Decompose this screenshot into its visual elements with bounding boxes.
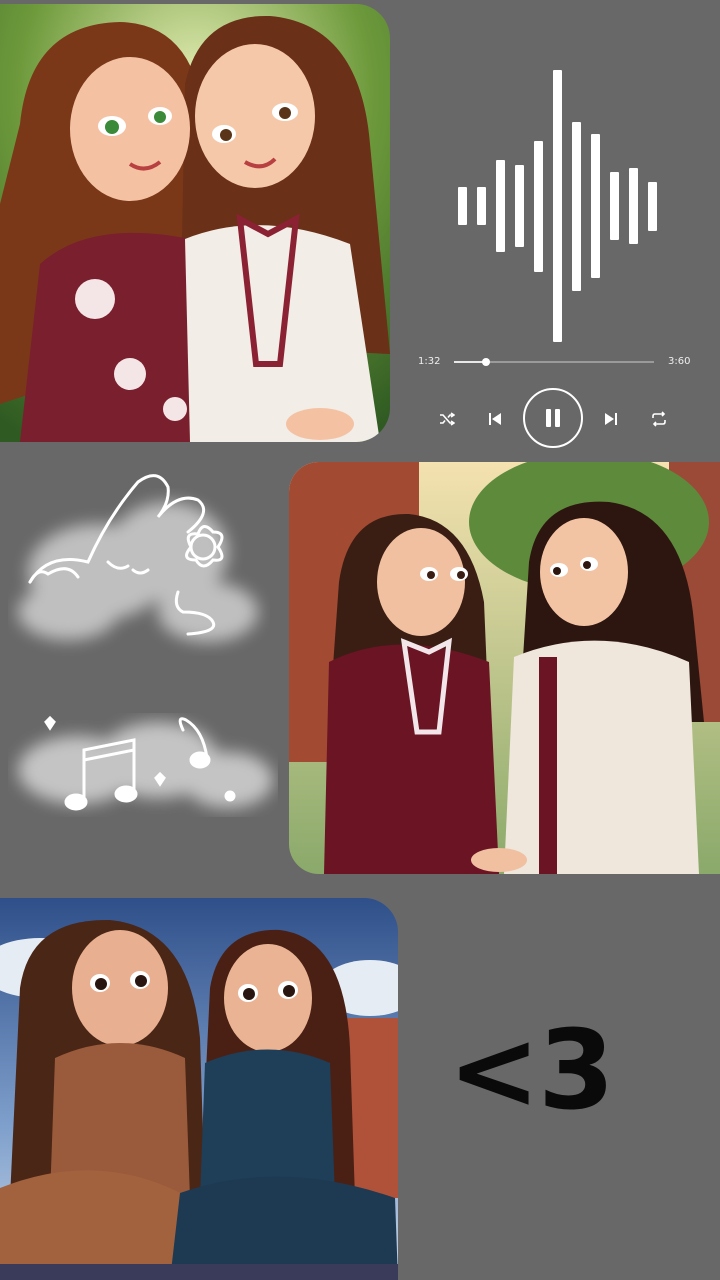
waveform-bar [534, 141, 543, 272]
skip-previous-icon[interactable] [484, 408, 506, 430]
waveform-bar [458, 187, 467, 225]
waveform-bar [610, 172, 619, 240]
progress-thumb[interactable] [482, 358, 490, 366]
illustration-card-holding-hands [289, 462, 720, 874]
total-time: 3:60 [668, 356, 691, 367]
current-time: 1:32 [418, 356, 441, 367]
repeat-icon[interactable] [648, 408, 670, 430]
skip-next-icon[interactable] [600, 408, 622, 430]
waveform-bar [591, 134, 600, 278]
waveform-bar [515, 165, 524, 247]
illustration-girls-holding-hands [289, 462, 720, 874]
music-player: 1:32 3:60 [410, 350, 700, 450]
illustration-card-hug [0, 4, 390, 442]
waveform-bar [496, 160, 505, 252]
music-notes-cloud-doodle [18, 715, 273, 811]
pause-icon[interactable] [523, 388, 583, 448]
progress-bar[interactable] [454, 358, 654, 366]
waveform-bar [477, 187, 486, 225]
waveform-bar [629, 168, 638, 244]
bunny-cloud-doodle [18, 474, 258, 642]
waveform-bar [553, 70, 562, 342]
illustration-hugging-girls [0, 4, 390, 442]
audio-waveform [458, 70, 670, 342]
illustration-girls-sitting [0, 898, 398, 1280]
illustration-card-sitting [0, 898, 398, 1280]
shuffle-icon[interactable] [436, 408, 458, 430]
waveform-bar [648, 182, 657, 231]
waveform-bar [572, 122, 581, 291]
heart-caption: <3 [448, 1006, 615, 1134]
